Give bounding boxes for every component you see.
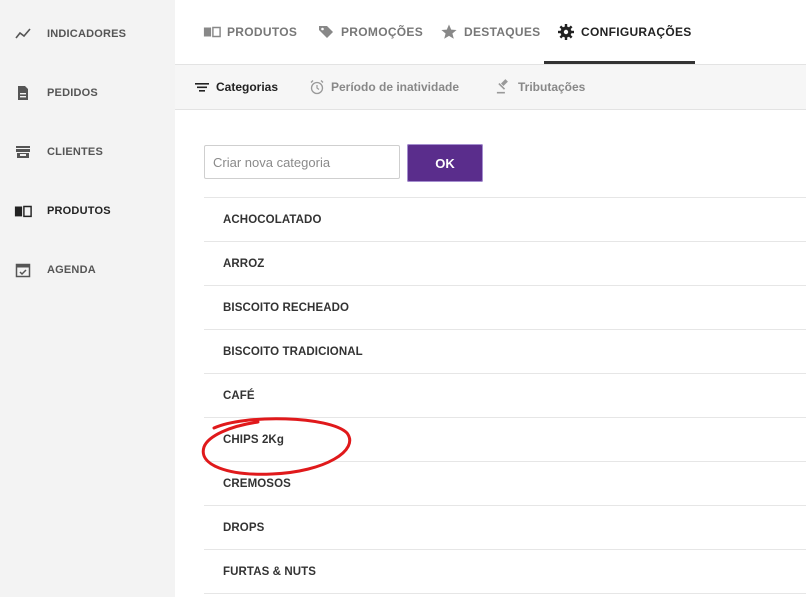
subtab-tributacoes[interactable]: Tributações [496, 65, 585, 109]
calendar-check-icon [14, 261, 32, 279]
tab-label: PRODUTOS [227, 25, 298, 39]
trend-line-icon [14, 25, 32, 43]
list-item[interactable]: CREMOSOS [204, 462, 806, 506]
sidebar-item-label: INDICADORES [47, 28, 127, 40]
tab-label: PROMOÇÕES [341, 25, 424, 39]
tab-label: DESTAQUES [464, 25, 541, 39]
subtab-label: Período de inatividade [331, 80, 460, 94]
list-item[interactable]: FURTAS & NUTS [204, 550, 806, 594]
new-category-input[interactable] [204, 145, 400, 179]
sub-tabs: Categorias Período de inatividade Tribut… [175, 65, 806, 110]
sidebar-item-produtos[interactable]: PRODUTOS [0, 191, 175, 231]
list-item[interactable]: DROPS [204, 506, 806, 550]
alarm-clock-icon [309, 79, 325, 95]
list-item[interactable]: CHIPS 2Kg [204, 418, 806, 462]
star-icon [440, 23, 458, 41]
subtab-label: Tributações [518, 80, 586, 94]
tag-icon [317, 23, 335, 41]
gear-icon [557, 23, 575, 41]
list-item[interactable]: BISCOITO TRADICIONAL [204, 330, 806, 374]
category-list: ACHOCOLATADO ARROZ BISCOITO RECHEADO BIS… [204, 197, 806, 594]
sidebar-item-label: AGENDA [47, 264, 96, 276]
active-tab-indicator [544, 61, 695, 64]
tab-label: CONFIGURAÇÕES [581, 25, 692, 39]
ok-button[interactable]: OK [407, 144, 483, 182]
sidebar-item-label: PRODUTOS [47, 205, 111, 217]
list-item[interactable]: BISCOITO RECHEADO [204, 286, 806, 330]
sidebar: INDICADORES PEDIDOS CLIENTES PRODUTOS AG… [0, 0, 175, 597]
sidebar-item-indicadores[interactable]: INDICADORES [0, 14, 175, 54]
list-filter-icon [194, 79, 210, 95]
sidebar-item-agenda[interactable]: AGENDA [0, 250, 175, 290]
list-item[interactable]: ARROZ [204, 242, 806, 286]
sidebar-item-clientes[interactable]: CLIENTES [0, 132, 175, 172]
list-item[interactable]: ACHOCOLATADO [204, 198, 806, 242]
sidebar-item-label: PEDIDOS [47, 87, 98, 99]
document-icon [14, 84, 32, 102]
gavel-icon [496, 79, 512, 95]
list-item[interactable]: CAFÉ [204, 374, 806, 418]
subtab-categorias[interactable]: Categorias [194, 65, 278, 109]
tab-produtos[interactable]: PRODUTOS [203, 0, 297, 64]
store-icon [14, 143, 32, 161]
tab-configuracoes[interactable]: CONFIGURAÇÕES [557, 0, 692, 64]
book-icon [203, 23, 221, 41]
top-tabs: PRODUTOS PROMOÇÕES DESTAQUES CONFIGURAÇÕ… [175, 0, 806, 65]
sidebar-item-pedidos[interactable]: PEDIDOS [0, 73, 175, 113]
subtab-periodo-inatividade[interactable]: Período de inatividade [309, 65, 459, 109]
book-icon [14, 202, 32, 220]
sidebar-item-label: CLIENTES [47, 146, 103, 158]
tab-destaques[interactable]: DESTAQUES [440, 0, 541, 64]
tab-promocoes[interactable]: PROMOÇÕES [317, 0, 423, 64]
subtab-label: Categorias [216, 80, 279, 94]
